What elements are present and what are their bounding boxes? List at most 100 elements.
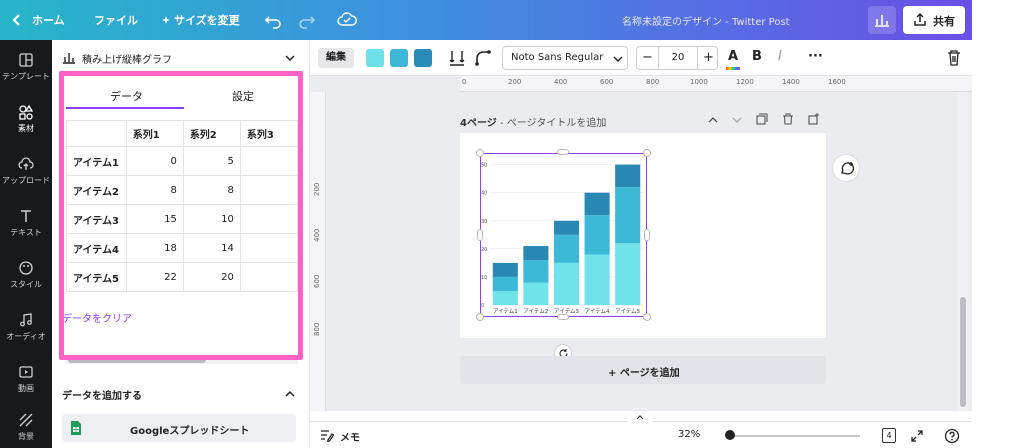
ruler-tick-label: 200 [313, 182, 321, 196]
google-sheets-label: Googleスプレッドシート [130, 426, 250, 437]
rail-item-elements[interactable]: 素材 [0, 104, 52, 134]
resize-handle[interactable] [477, 229, 483, 241]
design-title[interactable]: 名称未設定のデザイン - Twitter Post [622, 13, 790, 28]
rail-item-background[interactable]: 背景 [0, 412, 52, 442]
rail-label: スタイル [10, 280, 42, 289]
rail-label: 動画 [18, 384, 34, 393]
scrollbar-thumb[interactable] [960, 297, 966, 407]
chart-type-title[interactable]: 積み上げ縦棒グラフ [82, 51, 172, 66]
notes-icon[interactable] [320, 429, 334, 442]
notes-button[interactable]: メモ [340, 429, 360, 444]
vertical-ruler: 200 400 600 800 [310, 92, 326, 411]
home-button[interactable]: ホーム [32, 12, 65, 28]
rail-item-templates[interactable]: テンプレート [0, 52, 52, 82]
font-family-select[interactable]: Noto Sans Regular [502, 46, 628, 70]
text-color-button[interactable]: A [728, 49, 738, 64]
top-bar: ホーム ファイル サイズを変更 名称未設定のデザイン - Twitter Pos… [0, 0, 972, 40]
horizontal-ruler: 0 200 400 600 800 1000 1200 1400 1600 [460, 76, 972, 92]
google-sheets-button[interactable]: Googleスプレッドシート [62, 414, 296, 442]
resize-handle[interactable] [557, 314, 569, 320]
video-icon [19, 366, 33, 378]
rail-item-text[interactable]: テキスト [0, 208, 52, 238]
page-count-button[interactable]: 4 [882, 428, 896, 443]
add-page-icon[interactable] [808, 113, 820, 125]
font-size-input[interactable]: 20 [659, 47, 697, 69]
highlight-box [59, 71, 303, 360]
resize-button[interactable]: サイズを変更 [174, 12, 240, 28]
italic-button[interactable]: I [778, 49, 782, 64]
bold-button[interactable]: B [752, 49, 762, 64]
show-pages-toggle[interactable] [628, 413, 652, 423]
add-comment-button[interactable] [832, 154, 860, 182]
share-button[interactable]: 共有 [903, 6, 965, 34]
chevron-left-icon[interactable] [10, 9, 24, 31]
insights-button[interactable] [868, 6, 896, 34]
resize-handle[interactable] [476, 149, 484, 157]
page-title-input[interactable]: - ページタイトルを追加 [500, 118, 606, 129]
ruler-tick-label: 400 [554, 78, 568, 86]
left-rail: テンプレート 素材 アップロード テキスト スタイル オーディオ 動画 背景 [0, 40, 52, 448]
rail-label: 素材 [18, 124, 34, 133]
font-size-increase-button[interactable]: + [697, 47, 719, 69]
ruler-tick-label: 600 [600, 78, 614, 86]
trash-icon[interactable] [946, 49, 962, 67]
chevron-up-icon [636, 415, 644, 420]
delete-page-icon[interactable] [782, 113, 794, 125]
ruler-tick-label: 0 [462, 78, 467, 86]
corner-style-icon[interactable] [474, 49, 492, 67]
editor-toolbar: 編集 Noto Sans Regular − 20 + A B I ··· [310, 40, 972, 76]
redo-icon[interactable] [296, 9, 318, 31]
fullscreen-icon[interactable] [910, 429, 924, 443]
chevron-down-icon[interactable] [284, 53, 296, 63]
rail-item-uploads[interactable]: アップロード [0, 156, 52, 186]
chart-selection-frame[interactable] [480, 153, 647, 317]
help-icon[interactable] [944, 428, 960, 444]
text-icon [21, 210, 31, 222]
rail-item-video[interactable]: 動画 [0, 364, 52, 394]
undo-icon[interactable] [262, 9, 284, 31]
resize-handle[interactable] [644, 229, 650, 241]
comment-add-icon [841, 162, 855, 175]
sparkle-icon [162, 16, 170, 24]
resize-handle[interactable] [476, 313, 484, 321]
spacing-icon[interactable] [448, 49, 466, 67]
canvas-vertical-scrollbar[interactable] [958, 92, 968, 411]
google-sheets-icon [71, 421, 81, 435]
rail-item-audio[interactable]: オーディオ [0, 312, 52, 342]
file-menu-button[interactable]: ファイル [94, 12, 138, 28]
ruler-tick-label: 1000 [690, 78, 708, 86]
color-swatch-1[interactable] [366, 49, 384, 67]
chevron-up-icon[interactable] [284, 389, 296, 399]
resize-handle[interactable] [643, 149, 651, 157]
font-size-decrease-button[interactable]: − [637, 47, 659, 69]
duplicate-page-icon[interactable] [756, 113, 768, 125]
bar-chart-icon [63, 53, 75, 64]
background-pattern-icon [19, 413, 33, 427]
chevron-up-icon[interactable] [708, 116, 718, 124]
rail-item-styles[interactable]: スタイル [0, 260, 52, 290]
upload-icon [914, 12, 926, 26]
add-data-heading[interactable]: データを追加する [62, 387, 142, 402]
zoom-level[interactable]: 32% [678, 429, 700, 440]
zoom-slider-track[interactable] [726, 435, 860, 437]
resize-handle[interactable] [557, 149, 569, 155]
text-color-bar [726, 67, 740, 70]
elements-icon [19, 104, 34, 120]
cloud-saved-icon[interactable] [336, 9, 358, 31]
chevron-down-icon[interactable] [732, 116, 742, 124]
page-number: 4ページ [460, 118, 497, 129]
rail-label: テキスト [10, 228, 42, 237]
palette-icon [19, 261, 33, 275]
edit-chart-button[interactable]: 編集 [318, 48, 354, 68]
color-swatch-3[interactable] [414, 49, 432, 67]
rail-label: オーディオ [6, 332, 46, 341]
bar-chart-icon [875, 15, 889, 27]
more-options-button[interactable]: ··· [808, 49, 823, 64]
zoom-slider-thumb[interactable] [724, 430, 735, 440]
ruler-tick-label: 800 [313, 322, 321, 336]
resize-handle[interactable] [643, 313, 651, 321]
add-page-button[interactable]: + ページを追加 [460, 356, 826, 384]
color-swatch-2[interactable] [390, 49, 408, 67]
ruler-tick-label: 400 [313, 228, 321, 242]
ruler-tick-label: 1600 [828, 78, 846, 86]
